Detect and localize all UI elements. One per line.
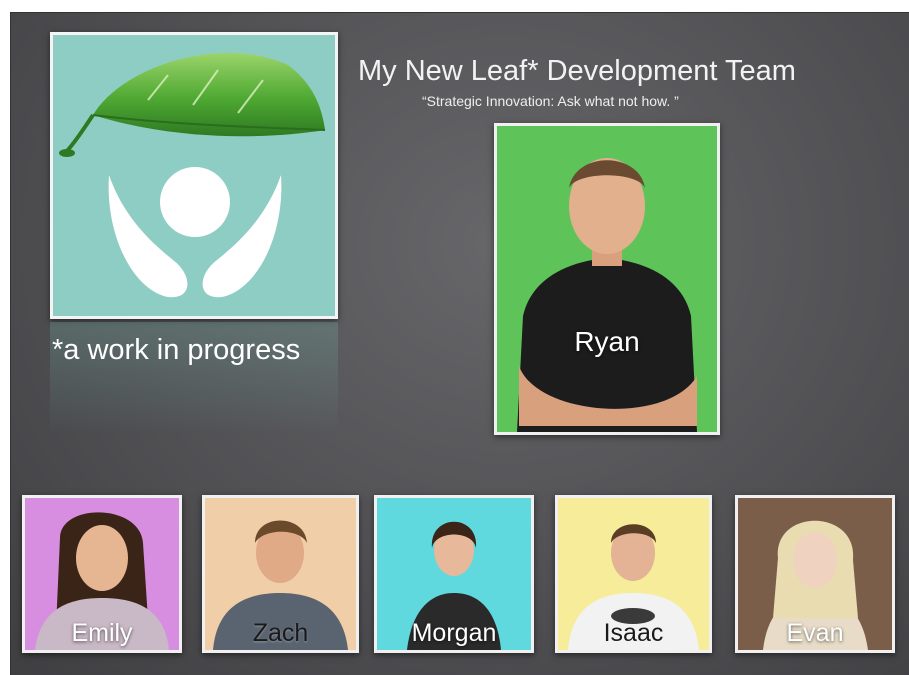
team-name: Morgan xyxy=(411,619,497,647)
team-photo-isaac: Isaac xyxy=(555,495,712,653)
team-name: Zach xyxy=(252,619,309,647)
team-photo-evan: Evan xyxy=(735,495,895,653)
new-leaf-logo xyxy=(53,35,335,316)
leaf-logo-icon xyxy=(59,53,326,298)
team-photo-zach: Zach xyxy=(202,495,359,653)
logo-frame xyxy=(50,32,338,319)
lead-name: Ryan xyxy=(574,326,640,357)
team-photo-image: Isaac xyxy=(558,498,709,650)
team-photo-image: Emily xyxy=(25,498,179,650)
slide-subtitle: “Strategic Innovation: Ask what not how.… xyxy=(422,93,679,109)
left-border xyxy=(10,12,11,675)
slide: *a work in progress My New Leaf* Develop… xyxy=(10,12,909,675)
team-photo-emily: Emily xyxy=(22,495,182,653)
lead-photo-image: Ryan xyxy=(497,126,717,432)
team-photo-image: Zach xyxy=(205,498,356,650)
top-border xyxy=(10,12,909,13)
slide-title: My New Leaf* Development Team xyxy=(358,55,796,87)
team-photo-image: Morgan xyxy=(377,498,531,650)
logo-caption: *a work in progress xyxy=(52,334,301,366)
team-name: Emily xyxy=(71,619,133,647)
team-name: Isaac xyxy=(603,619,664,647)
team-name: Evan xyxy=(786,619,844,647)
person-icon xyxy=(517,158,697,432)
team-photo-image: Evan xyxy=(738,498,892,650)
team-photo-morgan: Morgan xyxy=(374,495,534,653)
lead-photo: Ryan xyxy=(494,123,720,435)
